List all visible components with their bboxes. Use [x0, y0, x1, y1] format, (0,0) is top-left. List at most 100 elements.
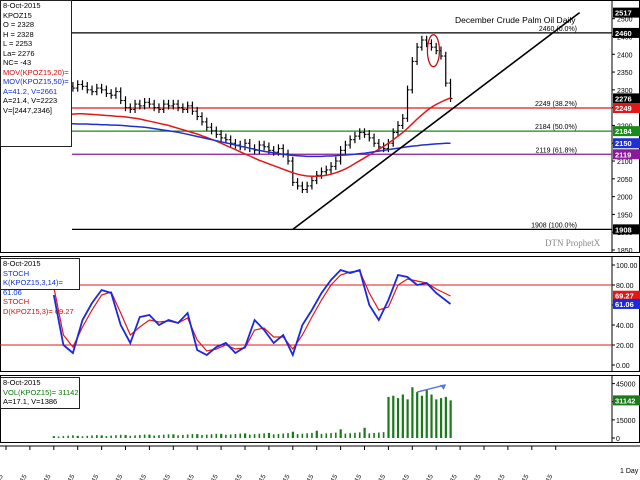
volume-bar-minor: [177, 435, 179, 438]
price-tag: 2460: [615, 29, 632, 38]
xaxis-label: 8/24/15: [275, 473, 292, 480]
volume-bar: [444, 396, 447, 438]
xaxis-label: 9/28/15: [394, 473, 411, 480]
volume-bar-minor: [115, 435, 117, 438]
xaxis-label: 9/21/15: [370, 473, 387, 480]
info-ma50: MOV(KPOZ15,50)= 2150: [3, 77, 71, 86]
volume-bar-minor: [277, 433, 280, 438]
xaxis-label: 6/1/15: [0, 473, 5, 480]
price-ytick-label: 1850: [617, 248, 633, 255]
info-date: 8-Oct-2015: [3, 1, 41, 10]
price-tag: 2276: [615, 94, 632, 103]
volume-bar: [430, 394, 433, 438]
xaxis-label: 6/22/15: [60, 473, 77, 480]
xaxis-label: 10/5/15: [418, 473, 435, 480]
volume-bar-minor: [296, 434, 299, 438]
volume-bar: [416, 392, 419, 438]
xaxis-label: 8/10/15: [227, 473, 244, 480]
volume-bar: [387, 396, 390, 438]
volume-bar-minor: [72, 435, 74, 438]
price-tag: 2184: [615, 127, 633, 136]
vol-ytick-label: 45000: [616, 382, 636, 389]
volume-bar-minor: [272, 434, 275, 438]
volume-bar-minor: [57, 436, 60, 438]
volume-bar: [420, 395, 424, 438]
stoch-ytick-label: 0.00: [616, 363, 630, 370]
ma20-line: [53, 97, 451, 178]
volume-bar-minor: [373, 432, 375, 438]
volume-bar: [401, 394, 404, 438]
volume-bar-minor: [143, 434, 146, 438]
price-tag: 2119: [615, 150, 631, 159]
vol-frame: [0, 375, 640, 443]
volume-bar-minor: [315, 434, 318, 438]
info-low: L = 2253: [3, 39, 33, 48]
timeframe-label: 1 Day: [620, 468, 639, 475]
volume-bar-minor: [76, 436, 79, 438]
fib-label: 2184 (50.0%): [535, 124, 577, 131]
volume-bar-minor: [268, 434, 270, 438]
price-tag: 1908: [615, 225, 632, 234]
info-v-range: V=[2447,2346]: [3, 105, 53, 115]
volume-bar-minor: [129, 435, 132, 438]
chart-title: December Crude Palm Oil Daily: [455, 15, 576, 25]
volume-bar-minor: [201, 435, 203, 438]
volume-bar-minor: [220, 435, 222, 438]
volume-bar: [411, 387, 414, 438]
watermark: DTN ProphetX: [545, 238, 601, 248]
price-ytick-label: 2000: [617, 195, 633, 202]
volume-bar-minor: [258, 433, 261, 438]
info-net-change: NC= -43: [3, 58, 32, 67]
volume-bar-minor: [368, 433, 371, 438]
xaxis-label: 7/27/15: [179, 473, 196, 480]
price-ytick-label: 2100: [617, 159, 633, 166]
volume-bar-minor: [53, 436, 55, 438]
xaxis-label: 11/2/15: [514, 473, 531, 480]
volume-bar-minor: [397, 432, 399, 438]
info-last: La= 2276: [3, 48, 35, 58]
volume-bar-minor: [191, 434, 194, 438]
stoch-d-line: [53, 270, 451, 352]
volume-bar-minor: [320, 433, 323, 438]
xaxis-label: 8/31/15: [299, 473, 316, 480]
volume-bar-minor: [253, 434, 256, 438]
volume-bar-minor: [172, 435, 175, 438]
volume-bar-minor: [330, 433, 332, 438]
volume-bar-minor: [215, 433, 218, 438]
volume-bar-minor: [91, 435, 93, 438]
volume-bar-minor: [363, 433, 366, 438]
stoch-d-label: STOCH D(KPOZ15,3)= 69.27: [3, 297, 74, 316]
volume-bar-minor: [406, 431, 409, 438]
volume-bar-minor: [229, 434, 232, 438]
stoch-info-date: 8-Oct-2015: [3, 259, 41, 268]
vol-tag: 31142: [615, 396, 635, 405]
volume-bar-minor: [81, 436, 84, 438]
xaxis-label: 9/14/15: [346, 473, 363, 480]
xaxis-label: 10/26/15: [488, 473, 507, 480]
volume-bar-minor: [282, 433, 285, 438]
xaxis-label: 7/13/15: [131, 473, 148, 480]
volume-panel: 450003000015000031142: [52, 382, 640, 443]
volume-bar-minor: [234, 433, 237, 438]
volume-bar-minor: [387, 433, 390, 438]
volume-bar: [435, 399, 438, 438]
volume-bar-minor: [306, 433, 308, 438]
volume-bar-minor: [392, 433, 394, 438]
stochastic-panel: 100.0080.0060.0040.0020.000.0069.2761.06: [0, 263, 640, 370]
fib-label: 2119 (61.8%): [535, 147, 577, 154]
stoch-k-label: STOCH K(KPOZ15,3,14)= 61.06: [3, 268, 63, 297]
xaxis-label: 8/17/15: [251, 473, 268, 480]
info-ma20: MOV(KPOZ15,20)= 2277: [3, 67, 71, 77]
vol-ytick-label: 15000: [616, 418, 636, 425]
volume-bar-minor: [358, 432, 361, 438]
vol-info-date: 8-Oct-2015: [3, 378, 41, 387]
price-tag: 2150: [615, 139, 632, 148]
vol-ytick-label: 0: [616, 436, 620, 443]
stoch-k-line: [52, 268, 452, 358]
volume-bar-minor: [96, 435, 98, 438]
xaxis-label: 7/20/15: [155, 473, 172, 480]
info-a2: A=21.4, V=2223: [3, 96, 58, 105]
stoch-ytick-label: 100.00: [616, 263, 638, 270]
price-tag: 2249: [615, 104, 632, 113]
info-a1: A=41.2, V=2661: [3, 86, 58, 96]
